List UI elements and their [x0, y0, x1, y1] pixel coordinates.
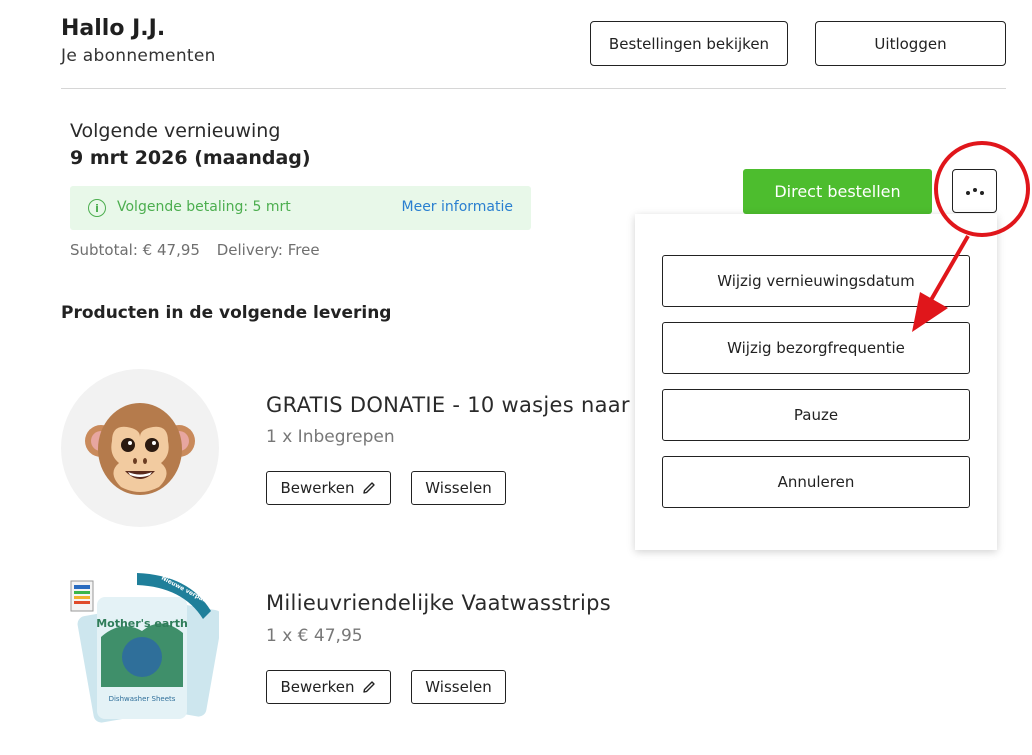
edit-product-button[interactable]: Bewerken [266, 471, 391, 505]
payment-info-banner: i Volgende betaling: 5 mrt Meer informat… [70, 186, 531, 230]
next-payment-text: Volgende betaling: 5 mrt [117, 199, 291, 215]
header-divider [61, 88, 1006, 89]
package-product-text: Dishwasher Sheets [109, 695, 176, 703]
more-info-link[interactable]: Meer informatie [402, 199, 514, 215]
swap-product-button[interactable]: Wisselen [411, 471, 506, 505]
product-quantity: 1 x Inbegrepen [266, 427, 395, 447]
swap-product-button[interactable]: Wisselen [411, 670, 506, 704]
order-now-button[interactable]: Direct bestellen [743, 169, 932, 214]
edit-product-button[interactable]: Bewerken [266, 670, 391, 704]
dishwasher-sheets-package-image: Mother's earth Dishwasher Sheets Nieuwe … [61, 567, 223, 725]
pencil-icon [362, 681, 375, 693]
product-name: Milieuvriendelijke Vaatwasstrips [266, 591, 611, 615]
product-quantity: 1 x € 47,95 [266, 626, 363, 646]
edit-label: Bewerken [280, 479, 355, 497]
subscriptions-subtitle: Je abonnementen [61, 46, 216, 66]
package-brand-text: Mother's earth [96, 617, 188, 630]
product-name: GRATIS DONATIE - 10 wasjes naar [266, 393, 630, 417]
pause-item[interactable]: Pauze [662, 389, 970, 441]
cancel-item[interactable]: Annuleren [662, 456, 970, 508]
view-orders-button[interactable]: Bestellingen bekijken [590, 21, 788, 66]
change-delivery-frequency-item[interactable]: Wijzig bezorgfrequentie [662, 322, 970, 374]
edit-label: Bewerken [280, 678, 355, 696]
subtotal-text: Subtotal: € 47,95 [70, 241, 200, 259]
more-dots-icon [965, 187, 984, 195]
order-totals: Subtotal: € 47,95 Delivery: Free [70, 241, 320, 259]
change-renewal-date-item[interactable]: Wijzig vernieuwingsdatum [662, 255, 970, 307]
next-renewal-label: Volgende vernieuwing [70, 120, 281, 142]
delivery-text: Delivery: Free [216, 241, 320, 259]
products-section-title: Producten in de volgende levering [61, 303, 392, 323]
more-options-button[interactable] [952, 169, 997, 213]
logout-button[interactable]: Uitloggen [815, 21, 1006, 66]
subscription-options-menu: Wijzig vernieuwingsdatum Wijzig bezorgfr… [635, 214, 997, 550]
pencil-icon [362, 482, 375, 494]
greeting-title: Hallo J.J. [61, 16, 166, 41]
monkey-emoji-image [61, 369, 219, 527]
next-renewal-date: 9 mrt 2026 (maandag) [70, 147, 311, 169]
info-icon: i [88, 199, 106, 217]
